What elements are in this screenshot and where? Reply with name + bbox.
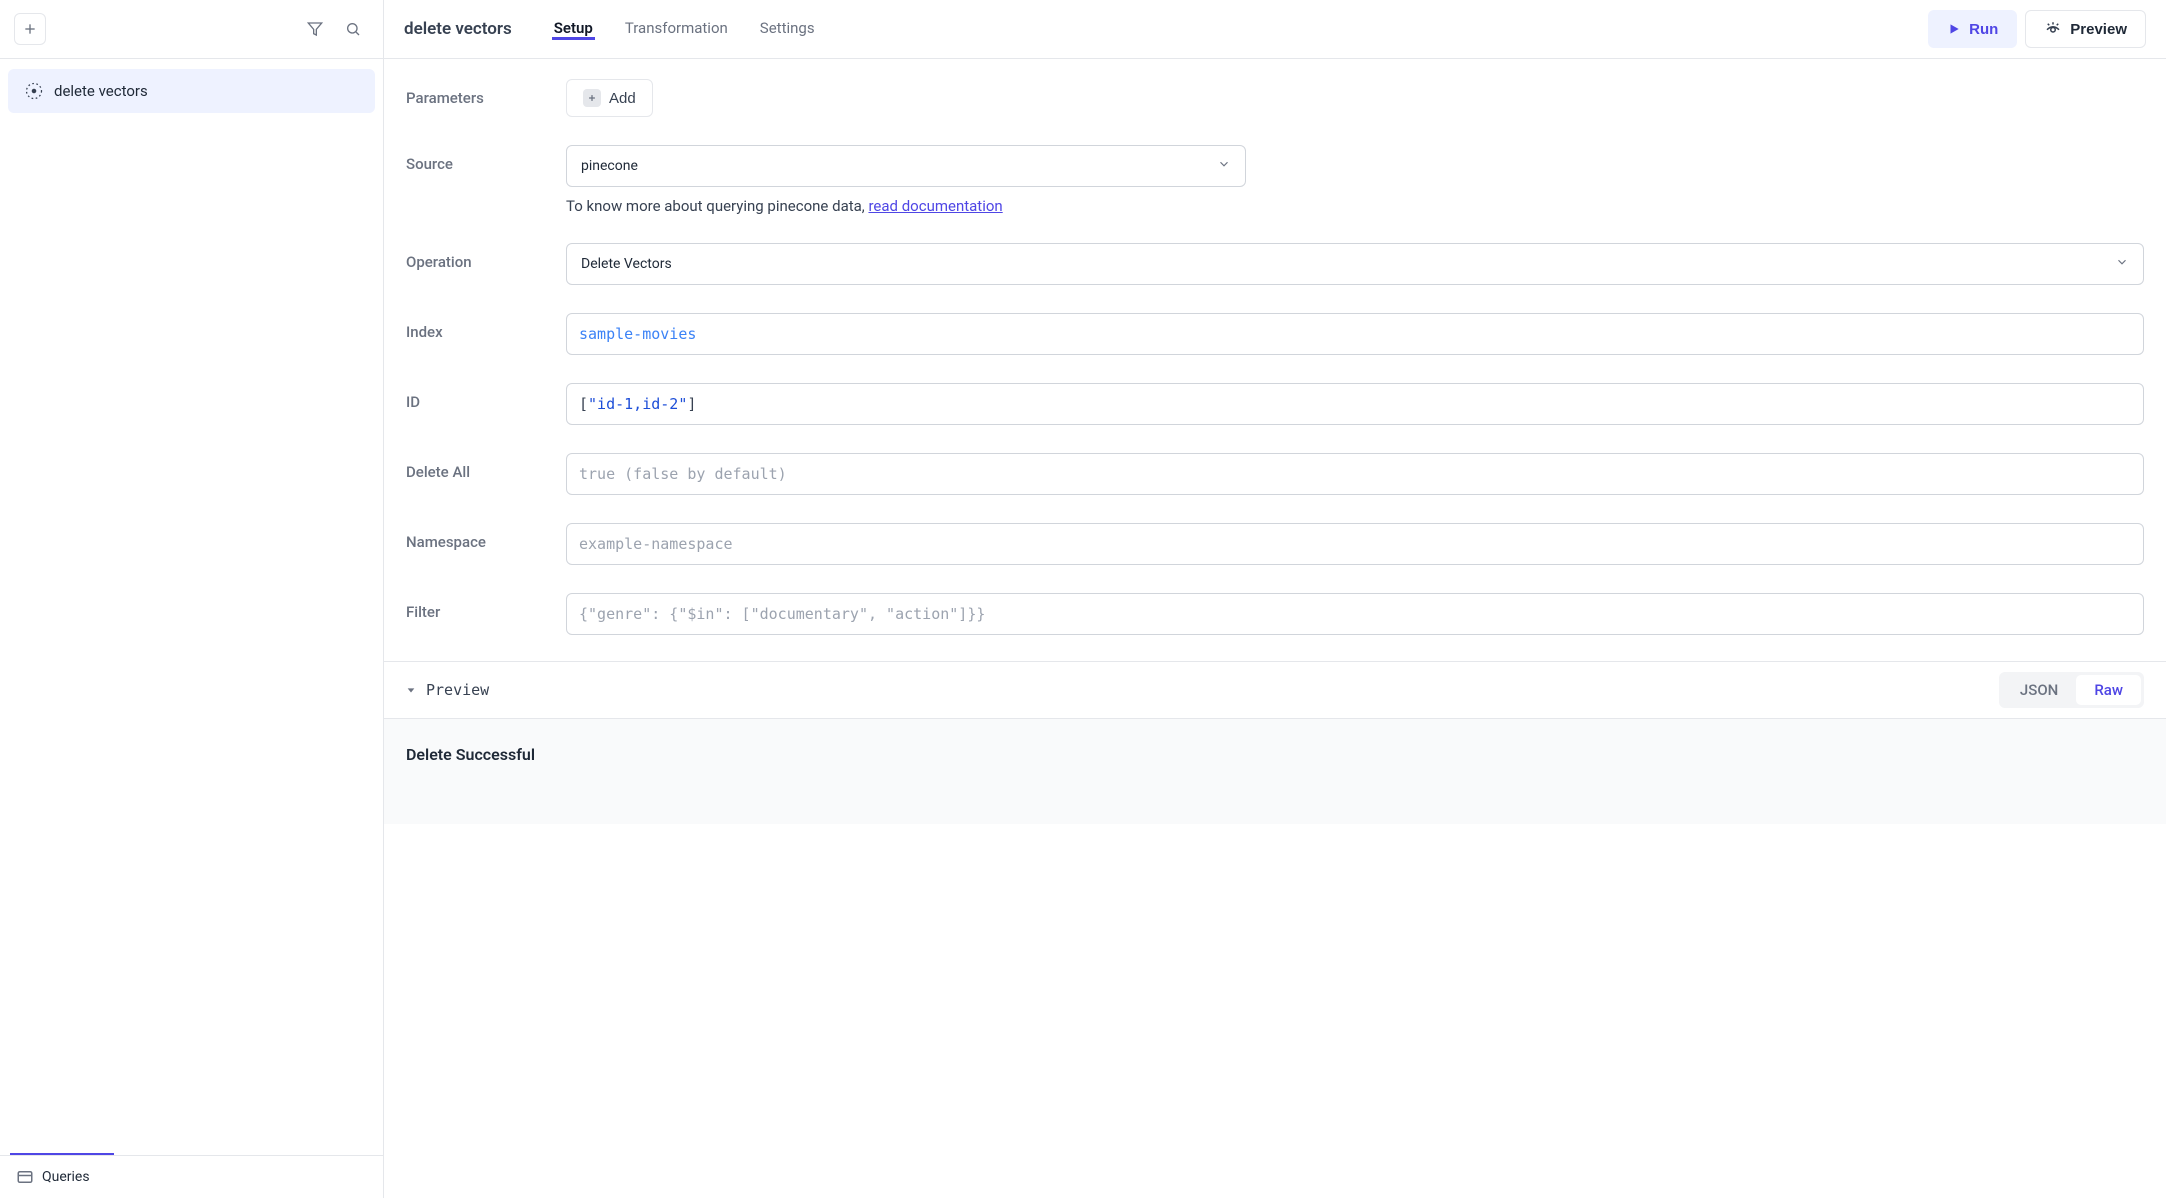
source-value: pinecone xyxy=(581,158,638,174)
tabs: Setup Transformation Settings xyxy=(552,19,817,40)
add-label: Add xyxy=(609,90,636,107)
queries-label: Queries xyxy=(42,1169,90,1185)
add-parameter-button[interactable]: Add xyxy=(566,79,653,117)
operation-label: Operation xyxy=(406,243,546,271)
triangle-down-icon xyxy=(406,685,416,695)
json-toggle[interactable]: JSON xyxy=(2002,675,2076,705)
tab-setup[interactable]: Setup xyxy=(552,19,595,40)
query-list: delete vectors xyxy=(0,59,383,1153)
deleteall-label: Delete All xyxy=(406,453,546,481)
search-button[interactable] xyxy=(337,13,369,45)
raw-toggle[interactable]: Raw xyxy=(2076,675,2141,705)
sidebar-toolbar xyxy=(0,0,383,59)
form: Parameters Add Source pinecone xyxy=(384,59,2166,661)
preview-button[interactable]: Preview xyxy=(2025,10,2146,48)
filter-button[interactable] xyxy=(299,13,331,45)
chevron-down-icon xyxy=(2115,255,2129,273)
operation-select[interactable]: Delete Vectors xyxy=(566,243,2144,285)
filter-input[interactable]: {"genre": {"$in": ["documentary", "actio… xyxy=(566,593,2144,635)
view-toggle: JSON Raw xyxy=(1999,672,2144,708)
queries-tab[interactable]: Queries xyxy=(0,1155,383,1198)
header: delete vectors Setup Transformation Sett… xyxy=(384,0,2166,59)
run-button[interactable]: Run xyxy=(1928,10,2017,48)
play-icon xyxy=(1947,22,1961,36)
eye-icon xyxy=(2044,20,2062,38)
preview-toggle[interactable]: Preview xyxy=(406,681,489,699)
query-item-label: delete vectors xyxy=(54,82,148,100)
operation-value: Delete Vectors xyxy=(581,256,672,272)
preview-label: Preview xyxy=(426,681,489,699)
source-select[interactable]: pinecone xyxy=(566,145,1246,187)
add-query-button[interactable] xyxy=(14,13,46,45)
sidebar: delete vectors Queries xyxy=(0,0,384,1198)
pinecone-icon xyxy=(24,81,44,101)
plus-icon xyxy=(583,89,601,107)
tab-transformation[interactable]: Transformation xyxy=(623,19,730,40)
page-title: delete vectors xyxy=(404,19,512,39)
namespace-label: Namespace xyxy=(406,523,546,551)
chevron-down-icon xyxy=(1217,157,1231,175)
namespace-input[interactable]: example-namespace xyxy=(566,523,2144,565)
filter-label: Filter xyxy=(406,593,546,621)
tab-settings[interactable]: Settings xyxy=(758,19,817,40)
parameters-label: Parameters xyxy=(406,79,546,107)
content: Parameters Add Source pinecone xyxy=(384,59,2166,1198)
query-item-delete-vectors[interactable]: delete vectors xyxy=(8,69,375,113)
result-area: Delete Successful xyxy=(384,719,2166,824)
index-label: Index xyxy=(406,313,546,341)
source-help: To know more about querying pinecone dat… xyxy=(566,197,1246,215)
main: delete vectors Setup Transformation Sett… xyxy=(384,0,2166,1198)
run-label: Run xyxy=(1969,21,1998,38)
index-value: sample-movies xyxy=(579,325,696,343)
id-input[interactable]: ["id-1,id-2"] xyxy=(566,383,2144,425)
deleteall-input[interactable]: true (false by default) xyxy=(566,453,2144,495)
id-label: ID xyxy=(406,383,546,411)
queries-icon xyxy=(16,1168,34,1186)
source-label: Source xyxy=(406,145,546,173)
index-input[interactable]: sample-movies xyxy=(566,313,2144,355)
preview-bar: Preview JSON Raw xyxy=(384,661,2166,719)
read-docs-link[interactable]: read documentation xyxy=(868,197,1002,215)
result-text: Delete Successful xyxy=(406,745,535,764)
preview-btn-label: Preview xyxy=(2070,21,2127,38)
